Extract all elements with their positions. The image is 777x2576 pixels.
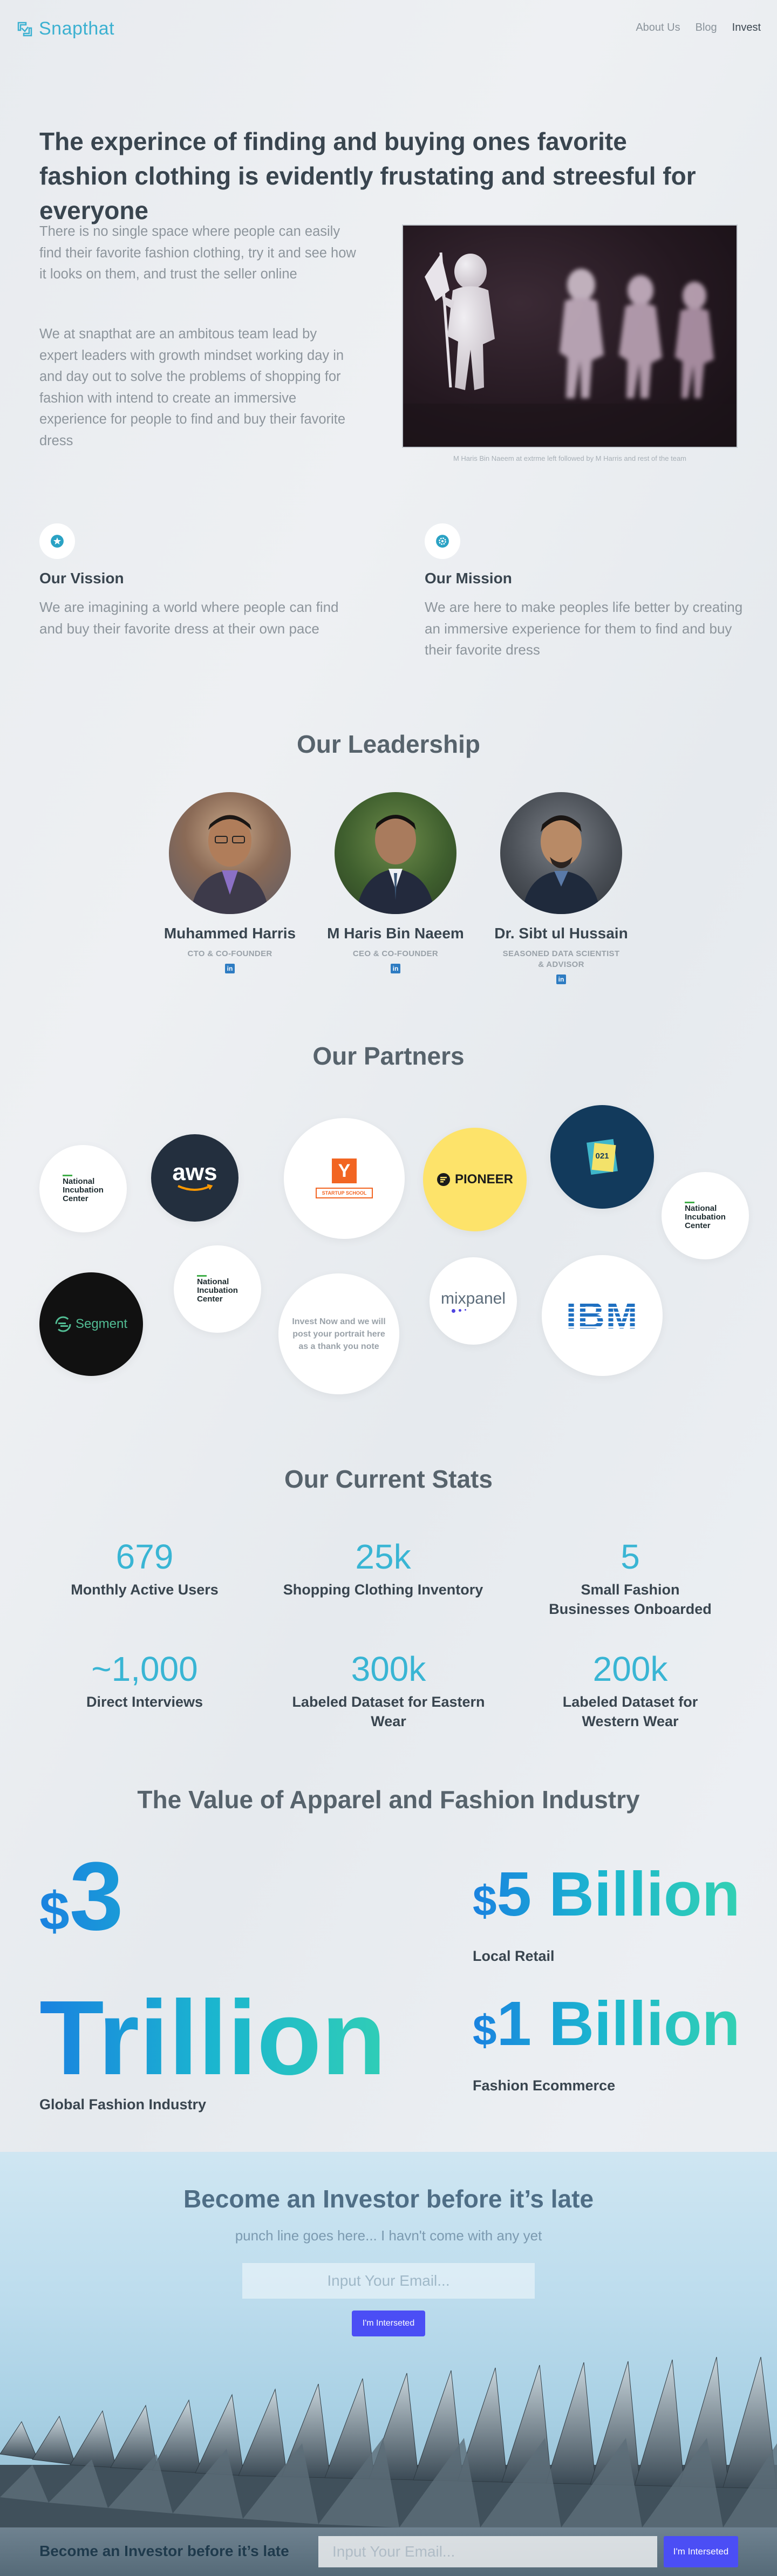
brand-logo[interactable]: Snapthat: [16, 18, 114, 39]
hero-paragraph-1: There is no single space where people ca…: [39, 224, 356, 282]
partner-logo-nic: National Incubation Center: [174, 1245, 261, 1333]
avatar: [169, 792, 291, 914]
ecom-label: Fashion Ecommerce: [473, 2077, 616, 2094]
leader-card: Dr. Sibt ul Hussain SEASONED DATA SCIENT…: [483, 792, 639, 984]
global-number: 3: [69, 1842, 124, 1951]
gear-icon: [425, 523, 460, 559]
partner-logo-nic: National Incubation Center: [39, 1145, 127, 1232]
stat-value: 25k: [355, 1537, 411, 1576]
local-label: Local Retail: [473, 1948, 555, 1964]
stat-label: Direct Interviews: [86, 1694, 203, 1710]
partner-logo-pioneer: PIONEER: [423, 1128, 527, 1231]
stat-label: Monthly Active Users: [71, 1582, 219, 1598]
linkedin-icon[interactable]: in: [556, 974, 566, 984]
leader-card: M Haris Bin Naeem CEO & CO-FOUNDER in: [317, 792, 474, 973]
partner-logo-mixpanel: mixpanel: [430, 1257, 517, 1345]
top-nav: About Us Blog Invest: [636, 22, 761, 34]
stat-label: Small Fashion Businesses Onboarded: [549, 1582, 712, 1617]
leader-role: CEO & CO-FOUNDER: [352, 949, 439, 958]
architecture-background: [0, 2357, 777, 2527]
logo-icon: [16, 21, 33, 38]
team-photo: [402, 224, 738, 448]
nav-blog[interactable]: Blog: [696, 22, 717, 34]
currency-symbol: $: [473, 2006, 497, 2054]
stat-item: 200k Labeled Dataset for Western Wear: [512, 1649, 749, 1731]
leadership-title: Our Leadership: [297, 730, 480, 758]
global-unit: Trillion: [39, 1984, 428, 2092]
partner-logo-ibm: IBM: [542, 1255, 663, 1376]
linkedin-icon[interactable]: in: [391, 964, 400, 973]
stats-title: Our Current Stats: [284, 1465, 493, 1493]
partner-logo-plan9: 021: [550, 1105, 654, 1209]
hero-title: The experince of finding and buying ones…: [39, 127, 696, 224]
stat-value: 300k: [351, 1650, 426, 1688]
currency-symbol: $: [39, 1881, 70, 1941]
image-caption: M Haris Bin Naeem at extrme left followe…: [453, 454, 687, 462]
avatar: [500, 792, 622, 914]
local-value: $5 Billion Local Retail: [473, 1862, 753, 1965]
leader-role-line-2: & ADVISOR: [538, 960, 584, 969]
email-field[interactable]: Input Your Email...: [242, 2263, 535, 2299]
sticky-cta-bar: Become an Investor before it’s late Inpu…: [0, 2527, 777, 2576]
leader-name: M Haris Bin Naeem: [327, 925, 464, 942]
nav-about-us[interactable]: About Us: [636, 22, 680, 34]
leader-role: SEASONED DATA SCIENTIST: [502, 949, 620, 958]
sticky-interested-button[interactable]: I'm Interseted: [664, 2536, 738, 2567]
investor-title: Become an Investor before it’s late: [183, 2185, 594, 2213]
brand-name: Snapthat: [39, 18, 115, 39]
mission-text: We are here to make peoples life better …: [425, 599, 743, 658]
vision-title: Our Vission: [39, 570, 124, 587]
stat-item: 5 Small Fashion Businesses Onboarded: [512, 1537, 749, 1619]
stat-item: 679 Monthly Active Users: [26, 1537, 263, 1599]
vision-text: We are imagining a world where people ca…: [39, 599, 339, 637]
stat-item: 300k Labeled Dataset for Eastern Wear: [270, 1649, 507, 1731]
partner-logo-segment: Segment: [39, 1272, 143, 1376]
value-title: The Value of Apparel and Fashion Industr…: [137, 1786, 640, 1814]
global-label: Global Fashion Industry: [39, 2096, 207, 2112]
nav-invest[interactable]: Invest: [732, 22, 761, 34]
leader-role: CTO & CO-FOUNDER: [187, 949, 272, 958]
stat-value: ~1,000: [91, 1650, 198, 1688]
partner-logo-aws: aws: [151, 1134, 238, 1222]
currency-symbol: $: [473, 1877, 497, 1925]
stat-value: 679: [115, 1537, 174, 1576]
ecom-value: $1 Billion Fashion Ecommerce: [473, 1991, 753, 2094]
global-value: $3 Trillion Global Fashion Industry: [39, 1856, 428, 2113]
leader-name: Muhammed Harris: [163, 925, 296, 942]
partner-logo-yc: Y STARTUP SCHOOL: [284, 1118, 405, 1239]
hero-paragraph-2: We at snapthat are an ambitous team lead…: [39, 326, 346, 448]
interested-button[interactable]: I'm Interseted: [352, 2311, 425, 2336]
stat-item: ~1,000 Direct Interviews: [26, 1649, 263, 1712]
linkedin-icon[interactable]: in: [225, 964, 235, 973]
leader-card: Muhammed Harris CTO & CO-FOUNDER in: [152, 792, 308, 973]
investor-portrait-placeholder: Invest Now and we will post your portrai…: [278, 1273, 399, 1394]
stat-item: 25k Shopping Clothing Inventory: [264, 1537, 502, 1599]
partners-title: Our Partners: [312, 1042, 465, 1070]
stat-label: Labeled Dataset for Eastern Wear: [292, 1694, 485, 1729]
leader-name: Dr. Sibt ul Hussain: [494, 925, 628, 942]
mission-title: Our Mission: [425, 570, 512, 587]
avatar: [335, 792, 456, 914]
sticky-email-field[interactable]: Input Your Email...: [318, 2536, 657, 2567]
stat-label: Shopping Clothing Inventory: [283, 1582, 483, 1598]
stat-label: Labeled Dataset for Western Wear: [562, 1694, 698, 1729]
stat-value: 5: [621, 1537, 640, 1576]
stat-value: 200k: [592, 1650, 668, 1688]
star-icon: [39, 523, 75, 559]
sticky-label: Become an Investor before it’s late: [39, 2543, 289, 2559]
investor-subtitle: punch line goes here... I havn't come wi…: [235, 2227, 542, 2244]
partner-logo-nic: National Incubation Center: [662, 1172, 749, 1259]
investor-section: Become an Investor before it’s late punc…: [0, 2152, 777, 2527]
